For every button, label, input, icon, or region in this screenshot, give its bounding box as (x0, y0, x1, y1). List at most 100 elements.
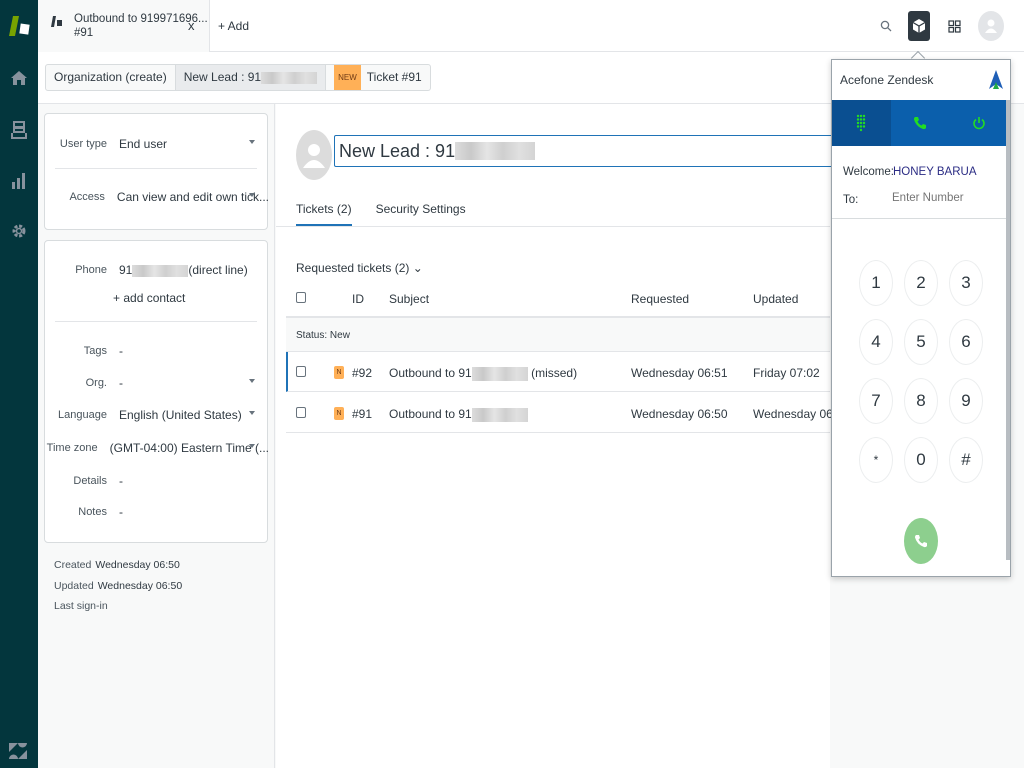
user-properties-panel: User type End user Access Can view and e… (38, 104, 275, 768)
phone-field[interactable]: Phone 91 (direct line) (45, 260, 269, 280)
tags-field[interactable]: Tags - (45, 341, 269, 361)
dial-key-8[interactable]: 8 (904, 378, 938, 424)
row-checkbox[interactable] (296, 366, 306, 377)
table-row[interactable]: N #92 Outbound to 91 (missed) Wednesday … (286, 352, 830, 392)
ticket-status-badge: N (334, 366, 344, 379)
ticket-tab[interactable]: Outbound to 919971696... #91 x (38, 0, 210, 52)
breadcrumb-ticket[interactable]: NEW Ticket #91 (326, 65, 430, 90)
cube-icon (912, 19, 926, 33)
column-requested[interactable]: Requested (631, 292, 689, 306)
nav-home-icon[interactable] (7, 66, 31, 90)
user-role-card: User type End user Access Can view and e… (44, 113, 269, 230)
chevron-down-icon[interactable] (249, 193, 255, 197)
dial-key-3[interactable]: 3 (949, 260, 983, 306)
select-all-checkbox[interactable] (296, 292, 306, 303)
user-avatar-icon[interactable] (978, 11, 1004, 41)
dial-key-9[interactable]: 9 (949, 378, 983, 424)
chevron-down-icon[interactable] (249, 379, 255, 383)
chevron-down-icon[interactable] (249, 411, 255, 415)
dial-key-0[interactable]: 0 (904, 437, 938, 483)
search-icon[interactable] (878, 18, 894, 34)
add-contact-link[interactable]: + add contact (113, 291, 185, 305)
user-avatar[interactable] (296, 130, 332, 180)
requested-tickets-toggle[interactable]: Requested tickets (2) ⌄ (296, 261, 423, 275)
language-field[interactable]: Language English (United States) (45, 405, 269, 425)
column-subject[interactable]: Subject (389, 292, 429, 306)
last-signin-meta: Last sign-in (54, 600, 112, 612)
acefone-title: Acefone Zendesk (840, 73, 934, 87)
ticket-subject[interactable]: Outbound to 91 (missed) (389, 366, 577, 381)
breadcrumb-ticket-label: Ticket #91 (366, 70, 422, 84)
dial-key-1[interactable]: 1 (859, 260, 893, 306)
nav-reporting-icon[interactable] (7, 169, 31, 193)
dial-key-hash[interactable]: # (949, 437, 983, 483)
access-value: Can view and edit own tick... (116, 190, 269, 204)
ticket-subject-suffix: (missed) (531, 366, 578, 380)
dial-key-5[interactable]: 5 (904, 319, 938, 365)
user-name-input[interactable]: New Lead : 91 (334, 135, 854, 167)
welcome-row: Welcome: HONEY BARUA (843, 166, 977, 178)
app-root: Outbound to 919971696... #91 x + Add Org… (0, 0, 1024, 768)
ticket-subject[interactable]: Outbound to 91 (389, 407, 528, 422)
dial-key-star[interactable]: * (859, 437, 893, 483)
timezone-field[interactable]: Time zone (GMT-04:00) Eastern Time (... (45, 438, 269, 458)
dial-key-2[interactable]: 2 (904, 260, 938, 306)
dialpad-icon (857, 114, 866, 132)
zendesk-z-logo-icon[interactable] (8, 742, 28, 760)
timezone-value: (GMT-04:00) Eastern Time (... (109, 441, 269, 455)
ticket-subject-prefix: Outbound to 91 (389, 407, 472, 421)
phone-suffix: (direct line) (188, 263, 248, 277)
add-tab-button[interactable]: + Add (218, 19, 249, 33)
call-button[interactable] (904, 518, 938, 564)
dial-key-7[interactable]: 7 (859, 378, 893, 424)
dial-key-4[interactable]: 4 (859, 319, 893, 365)
acefone-nav (832, 100, 1008, 146)
to-row: To: (843, 192, 1003, 206)
tab-tickets[interactable]: Tickets (2) (296, 202, 352, 227)
redacted-phone (471, 366, 528, 381)
nav-views-icon[interactable] (7, 118, 31, 142)
user-type-field[interactable]: User type End user (45, 134, 269, 154)
chevron-down-icon[interactable] (249, 444, 255, 448)
user-type-label: User type (59, 138, 107, 150)
acefone-logo-icon (989, 70, 1003, 89)
phone-value: 91 (direct line) (119, 263, 248, 277)
dialpad-tab[interactable] (832, 100, 891, 146)
details-label: Details (73, 475, 107, 487)
tab-security-settings[interactable]: Security Settings (376, 202, 466, 227)
to-label: To: (843, 194, 859, 206)
new-status-badge: NEW (334, 65, 361, 90)
zendesk-support-logo-icon[interactable] (7, 14, 31, 38)
close-tab-icon[interactable]: x (188, 18, 195, 33)
user-silhouette-icon (303, 144, 325, 168)
user-tabs: Tickets (2) Security Settings (296, 202, 466, 227)
apps-cube-button[interactable] (908, 11, 930, 41)
details-field[interactable]: Details - (45, 471, 269, 491)
ticket-tab-icon (51, 16, 62, 27)
last-signin-label: Last sign-in (54, 600, 108, 612)
tabs-divider (276, 226, 830, 227)
updated-value: Wednesday 06:50 (97, 580, 183, 592)
panel-scrollbar[interactable] (1006, 100, 1010, 560)
logout-power-tab[interactable] (949, 100, 1008, 146)
dial-key-6[interactable]: 6 (949, 319, 983, 365)
updated-label: Updated (54, 580, 94, 592)
product-tray-grid-icon[interactable] (946, 18, 962, 34)
notes-field[interactable]: Notes - (45, 502, 269, 522)
column-id[interactable]: ID (352, 292, 364, 306)
nav-admin-gear-icon[interactable] (7, 219, 31, 243)
breadcrumb-organization[interactable]: Organization (create) (46, 65, 176, 90)
tickets-table-header: ID Subject Requested Updated (286, 286, 830, 318)
access-field[interactable]: Access Can view and edit own tick... (45, 187, 269, 207)
phone-label: Phone (75, 264, 107, 276)
created-value: Wednesday 06:50 (95, 559, 180, 571)
ticket-status-badge: N (334, 407, 344, 420)
table-row[interactable]: N #91 Outbound to 91 Wednesday 06:50 Wed… (286, 393, 850, 433)
calls-tab[interactable] (891, 100, 950, 146)
phone-number-input[interactable] (892, 192, 1002, 204)
breadcrumb-user[interactable]: New Lead : 91 (175, 65, 327, 90)
column-updated[interactable]: Updated (753, 292, 798, 306)
row-checkbox[interactable] (296, 407, 306, 418)
chevron-down-icon[interactable] (249, 140, 255, 144)
org-field[interactable]: Org. - (45, 373, 269, 393)
